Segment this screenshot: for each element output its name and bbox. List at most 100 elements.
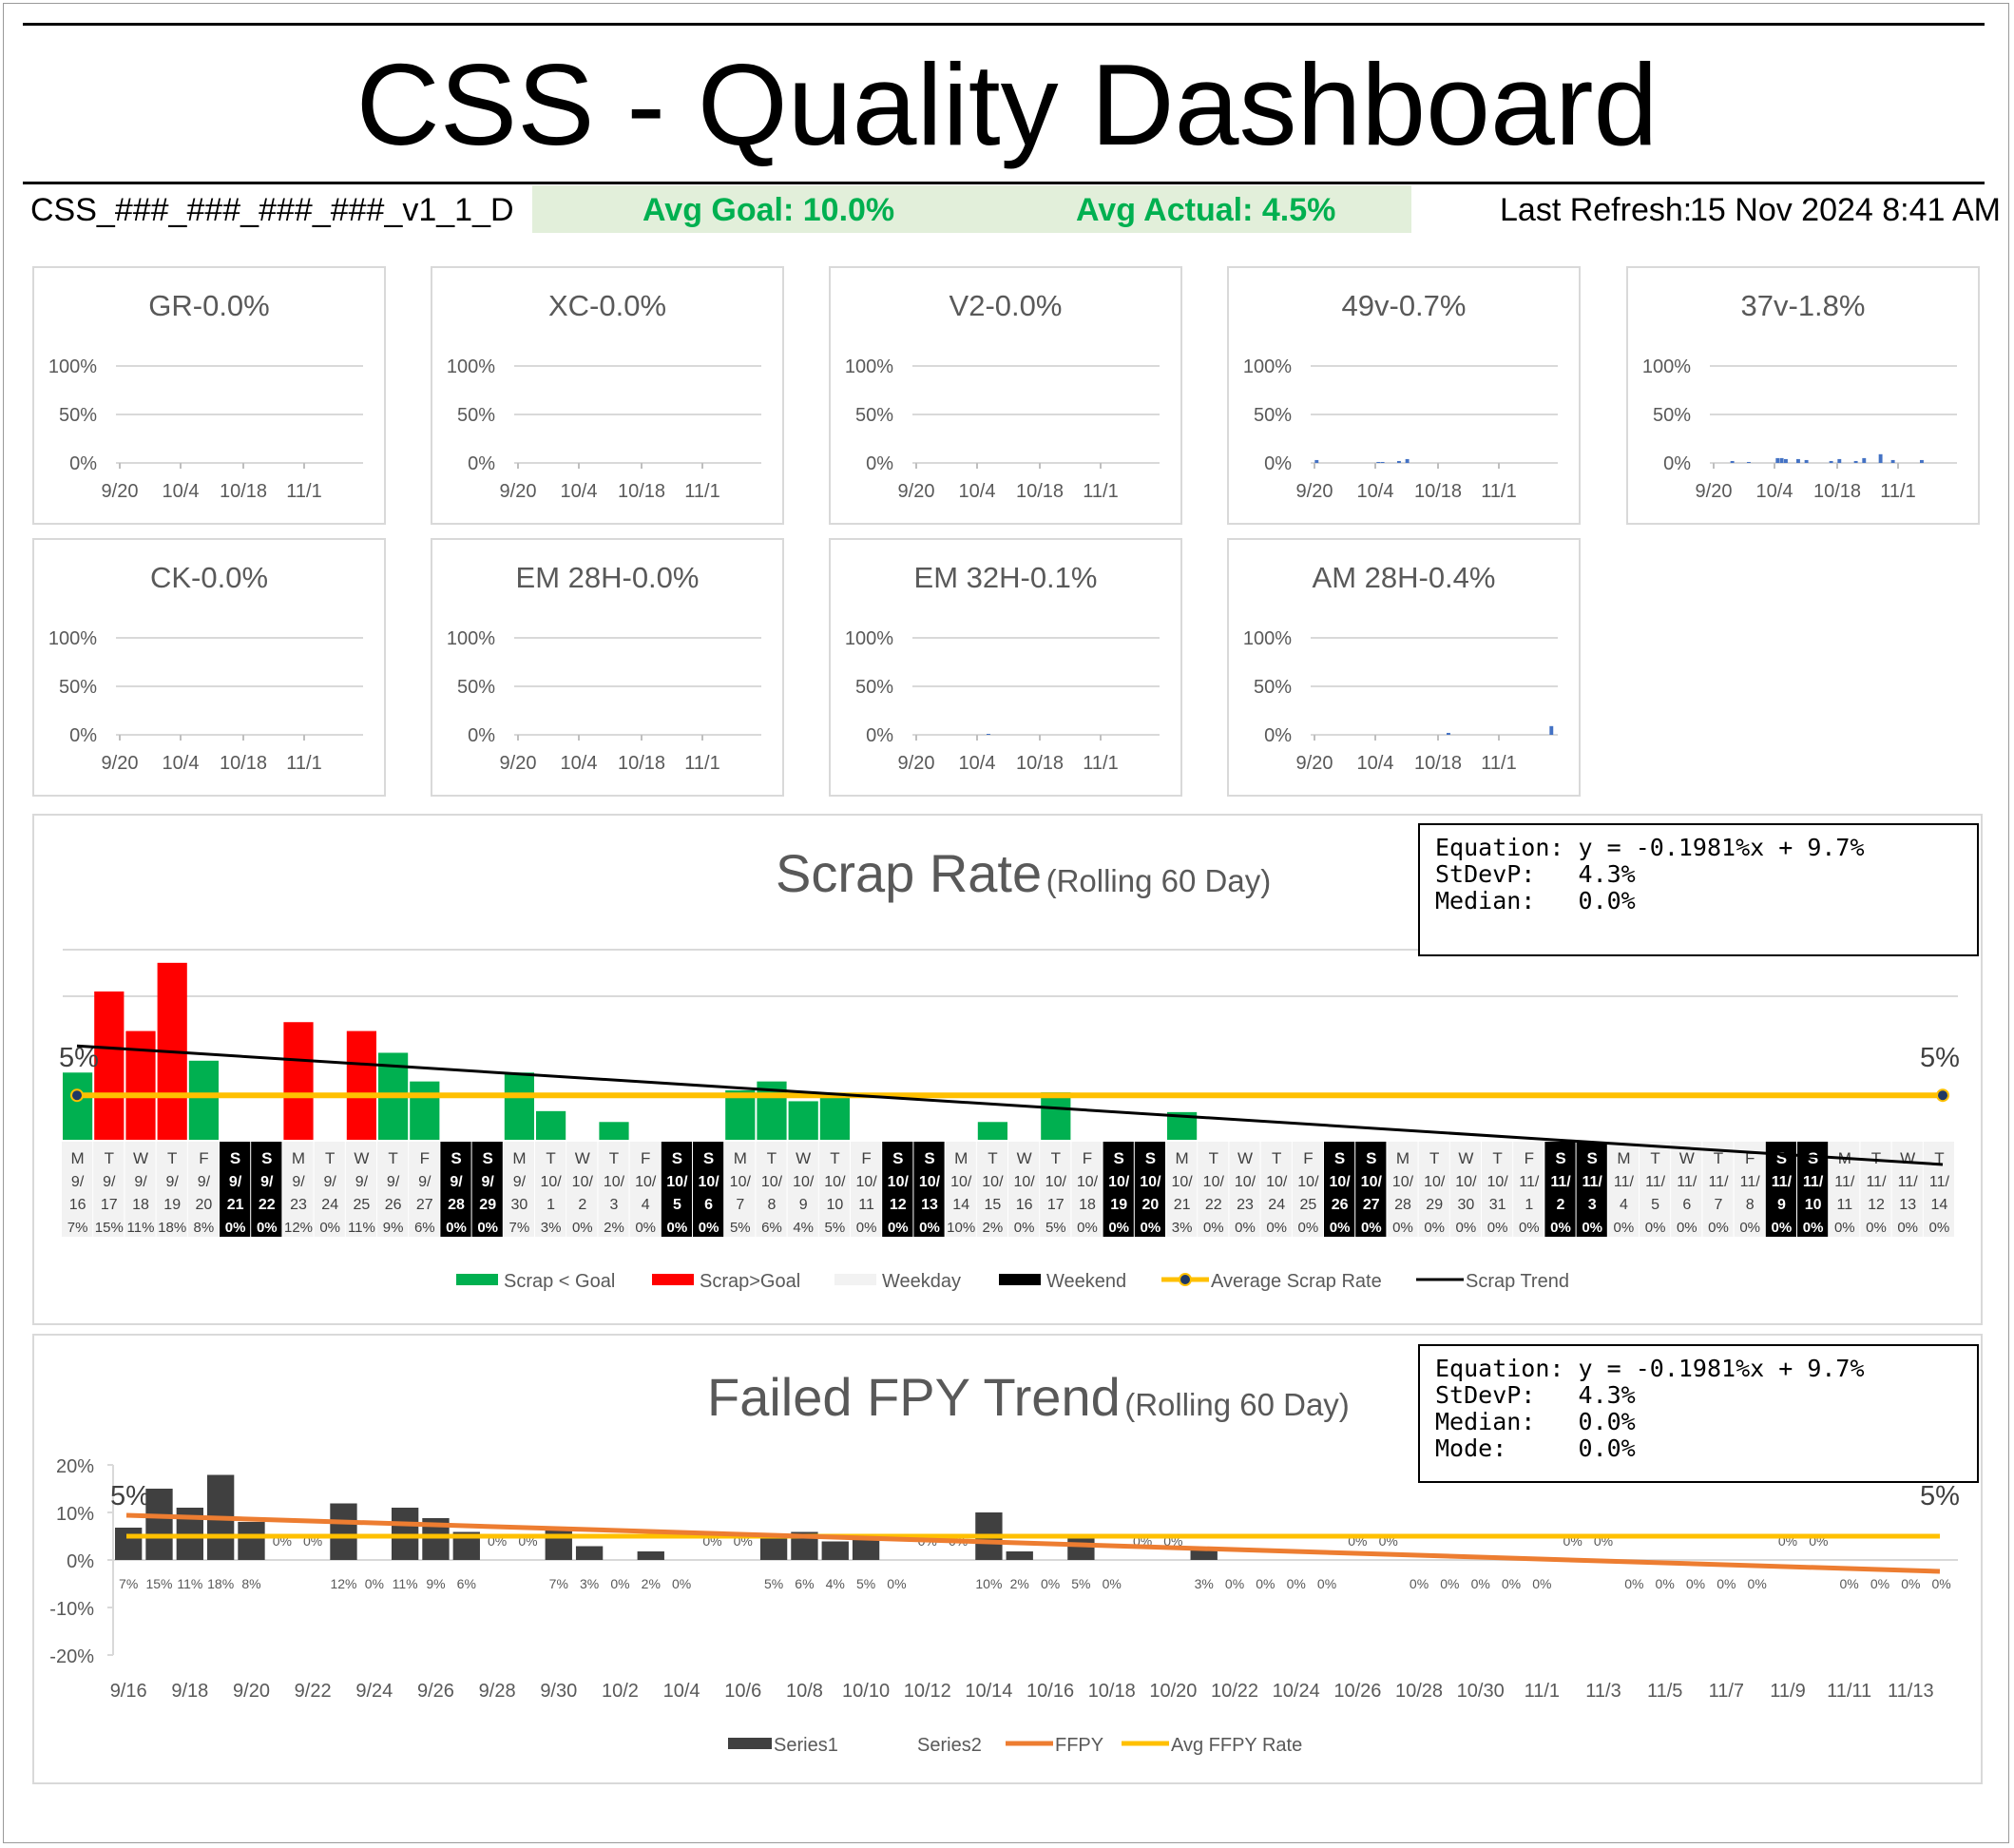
panel-xtick-label: 9/20 xyxy=(500,753,537,774)
date-bottom-label: 6 xyxy=(1682,1197,1691,1213)
scrap-value-label: 0% xyxy=(1897,1220,1918,1236)
day-label: S xyxy=(1334,1149,1345,1167)
legend-label: Weekday xyxy=(882,1271,961,1292)
date-bottom-label: 11 xyxy=(858,1197,874,1213)
day-label: T xyxy=(767,1149,777,1167)
scrap-value-label: 0% xyxy=(1456,1220,1477,1236)
panel-chart: 100% 50% 0%9/20 10/4 10/18 11/1 xyxy=(48,628,363,774)
panel-ytick-label: 50% xyxy=(457,405,495,426)
fpy-average-label-right: 5% xyxy=(1920,1481,1960,1511)
fpy-xtick-label: 10/2 xyxy=(602,1681,639,1702)
panel-gr: GR-0.0% 100% 50% 0% 9/20 10/4 10/18 11/1 xyxy=(32,266,386,525)
date-bottom-label: 14 xyxy=(1931,1197,1948,1213)
date-bottom-label: 4 xyxy=(642,1197,650,1213)
fpy-xtick-label: 10/16 xyxy=(1026,1681,1074,1702)
fpy-equation: Equation: y = -0.1981%x + 9.7% xyxy=(1435,1355,1865,1382)
day-label: M xyxy=(734,1149,747,1167)
fpy-xtick-label: 10/8 xyxy=(786,1681,823,1702)
day-label: S xyxy=(1145,1149,1156,1167)
date-bottom-label: 22 xyxy=(259,1197,276,1213)
fpy-value-label: 0% xyxy=(1317,1576,1336,1591)
panel-bar xyxy=(1779,457,1784,463)
date-bottom-label: 23 xyxy=(290,1197,307,1213)
fpy-value-label: 0% xyxy=(1502,1576,1521,1591)
panel-chart: 100% 50% 0%9/20 10/4 10/18 11/1 xyxy=(447,356,761,502)
legend-label: Average Scrap Rate xyxy=(1211,1271,1382,1292)
fpy-value-label: 0% xyxy=(1532,1576,1551,1591)
scrap-value-label: 0% xyxy=(919,1220,940,1236)
panel-bar xyxy=(1447,732,1450,735)
date-top-label: 11/ xyxy=(1772,1174,1793,1190)
date-bottom-label: 31 xyxy=(1489,1197,1506,1213)
fpy-xtick-label: 10/10 xyxy=(842,1681,890,1702)
date-bottom-label: 27 xyxy=(416,1197,433,1213)
date-top-label: 10/ xyxy=(698,1174,719,1190)
panel-bar xyxy=(1549,725,1554,735)
fpy-value-label: 12% xyxy=(330,1576,356,1591)
panel-xtick-label: 11/1 xyxy=(1083,753,1118,774)
panel-xtick-label: 10/4 xyxy=(1756,481,1793,502)
day-label: M xyxy=(512,1149,526,1167)
scrap-value-label: 0% xyxy=(1708,1220,1729,1236)
scrap-value-label: 0% xyxy=(1866,1220,1887,1236)
date-bottom-label: 25 xyxy=(354,1197,371,1213)
date-top-label: 10/ xyxy=(888,1174,910,1190)
panel-ytick-label: 100% xyxy=(1243,628,1292,649)
legend-marker xyxy=(1179,1273,1192,1286)
date-top-label: 11/ xyxy=(1614,1174,1635,1190)
scrap-value-label: 5% xyxy=(825,1220,846,1236)
day-label: T xyxy=(167,1149,177,1167)
fpy-median: Median: 0.0% xyxy=(1435,1408,1636,1435)
fpy-value-label: 0% xyxy=(1932,1576,1951,1591)
legend-swatch xyxy=(652,1274,694,1285)
panel-ytick-label: 0% xyxy=(69,453,97,474)
scrap-value-label: 0% xyxy=(1614,1220,1635,1236)
scrap-value-label: 0% xyxy=(1108,1220,1129,1236)
date-bottom-label: 13 xyxy=(1899,1197,1916,1213)
day-label: S xyxy=(230,1149,240,1167)
legend-label: Avg FFPY Rate xyxy=(1171,1735,1302,1756)
panel-ytick-label: 50% xyxy=(457,677,495,698)
date-top-label: 9/ xyxy=(71,1174,85,1190)
top-rule xyxy=(23,23,1985,26)
fpy-xtick-label: 11/3 xyxy=(1585,1681,1621,1702)
panel-xtick-label: 11/1 xyxy=(1083,481,1118,502)
panel-chart: 100% 50% 0%9/20 10/4 10/18 11/1 xyxy=(447,628,761,774)
fpy-value-label: 0% xyxy=(1624,1576,1643,1591)
scrap-value-label: 0% xyxy=(1739,1220,1760,1236)
panel-em32h: EM 32H-0.1% 100% 50% 0% 9/20 10/4 10/18 11/1 xyxy=(829,538,1182,797)
fpy-bar xyxy=(330,1503,357,1560)
fpy-bar xyxy=(575,1546,604,1560)
scrap-value-label: 5% xyxy=(730,1220,751,1236)
fpy-value-label: 0% xyxy=(1440,1576,1459,1591)
panel-xtick-label: 11/1 xyxy=(286,481,321,502)
fpy-mode: Mode: 0.0% xyxy=(1435,1434,1636,1462)
fpy-xtick-label: 10/20 xyxy=(1149,1681,1197,1702)
date-top-label: 10/ xyxy=(793,1174,815,1190)
failed-fpy-chart: Failed FPY Trend (Rolling 60 Day) 20% 10%… xyxy=(32,1334,1983,1784)
panel-xtick-label: 10/4 xyxy=(561,753,598,774)
panel-ytick-label: 50% xyxy=(1254,405,1292,426)
header-rule xyxy=(23,182,1985,184)
panel-xtick-label: 11/1 xyxy=(1880,481,1915,502)
panel-xtick-label: 10/4 xyxy=(1357,753,1394,774)
date-bottom-label: 6 xyxy=(704,1197,713,1213)
fpy-value-label: 0% xyxy=(1748,1576,1767,1591)
panel-chart: 100% 50% 0%9/20 10/4 10/18 11/1 xyxy=(1243,628,1558,774)
panel-bar xyxy=(1784,458,1788,463)
date-top-label: 10/ xyxy=(730,1174,752,1190)
panel-xtick-label: 10/4 xyxy=(163,753,200,774)
date-bottom-label: 30 xyxy=(1458,1197,1475,1213)
date-top-label: 11/ xyxy=(1740,1174,1761,1190)
scrap-value-label: 0% xyxy=(1298,1220,1319,1236)
panel-xtick-label: 10/4 xyxy=(561,481,598,502)
date-bottom-label: 5 xyxy=(673,1197,681,1213)
date-bottom-label: 22 xyxy=(1205,1197,1222,1213)
fpy-value-label: 2% xyxy=(642,1576,661,1591)
date-top-label: 10/ xyxy=(1266,1174,1288,1190)
date-bottom-label: 10 xyxy=(827,1197,844,1213)
date-top-label: 10/ xyxy=(824,1174,846,1190)
fpy-xtick-label: 10/26 xyxy=(1333,1681,1381,1702)
fpy-value-label: 18% xyxy=(207,1576,234,1591)
panel-bar xyxy=(1376,461,1381,463)
